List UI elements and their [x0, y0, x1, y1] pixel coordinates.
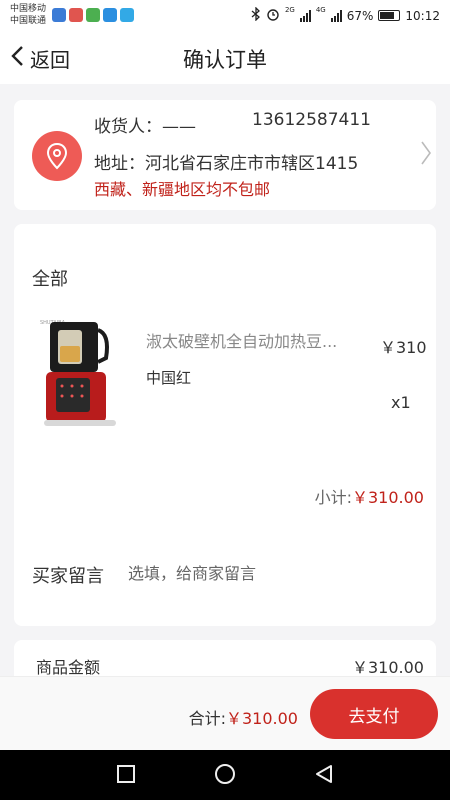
status-bar: 中国移动 中国联通 2G 4G 67% 10:12: [0, 0, 450, 32]
carrier-2: 中国联通: [10, 16, 47, 26]
app-notification-icon: [120, 8, 134, 22]
subtotal-label: 小计:: [314, 488, 352, 507]
recent-apps-button[interactable]: [116, 764, 136, 788]
total-label: 合计:: [188, 709, 226, 728]
product-name[interactable]: 淑太破壁机全自动加热豆...: [146, 328, 337, 352]
buyer-message-input[interactable]: [128, 564, 418, 583]
checkout-bar: 合计:￥310.00 去支付: [0, 676, 450, 750]
goods-amount-value: ￥310.00: [352, 658, 424, 677]
signal-icon: [299, 9, 311, 22]
address-card[interactable]: 收货人：—— 13612587411 地址：河北省石家庄市市辖区1415 西藏、…: [14, 100, 436, 210]
total-value: ￥310.00: [226, 709, 298, 728]
product-variant: 中国红: [146, 369, 192, 387]
app-notification-icon: [69, 8, 83, 22]
receiver-phone: 13612587411: [252, 110, 371, 130]
home-button[interactable]: [214, 763, 236, 789]
header-bar: 返回 确认订单: [0, 32, 450, 84]
goods-amount-label: 商品金额: [36, 658, 101, 677]
receiver-name: 收货人：——: [94, 117, 196, 137]
battery-percent: 67%: [346, 8, 374, 23]
location-pin-icon: [32, 131, 82, 181]
back-nav-button[interactable]: [314, 764, 334, 788]
notification-icons: [52, 8, 134, 22]
chevron-right-icon: [420, 140, 432, 170]
buyer-message-label: 买家留言: [32, 566, 104, 587]
clock: 10:12: [405, 8, 440, 23]
product-quantity: x1: [391, 393, 411, 412]
order-total: 合计:￥310.00: [189, 705, 298, 729]
app-notification-icon: [86, 8, 100, 22]
shipping-address: 地址：河北省石家庄市市辖区1415: [94, 154, 359, 174]
app-notification-icon: [52, 8, 66, 22]
pay-button[interactable]: 去支付: [310, 689, 438, 739]
alarm-icon: [266, 7, 280, 24]
product-image[interactable]: SHUTAIBA: [40, 318, 122, 430]
bluetooth-icon: [251, 6, 261, 24]
product-price: ￥310: [380, 338, 427, 357]
order-card: 全部 SHUTAIBA 淑太破壁机全自动加热豆... ￥310 中国红 x1 小…: [14, 224, 436, 626]
subtotal-value: ￥310.00: [352, 488, 424, 507]
subtotal: 小计:￥310.00: [315, 484, 424, 508]
system-indicators: 2G 4G 67% 10:12: [251, 6, 440, 24]
order-group-label: 全部: [32, 269, 68, 290]
system-navigation-bar: [0, 750, 450, 800]
page-title: 确认订单: [183, 48, 267, 72]
price-summary-card: 商品金额 ￥310.00: [14, 640, 436, 680]
signal-icon: [330, 9, 342, 22]
network-type-2: 4G: [315, 6, 326, 14]
app-notification-icon: [103, 8, 117, 22]
carrier-names: 中国移动 中国联通: [10, 3, 46, 27]
carrier-1: 中国移动: [10, 4, 47, 14]
battery-icon: [378, 10, 401, 21]
network-type-1: 2G: [284, 6, 295, 14]
shipping-notice: 西藏、新疆地区均不包邮: [94, 180, 271, 199]
